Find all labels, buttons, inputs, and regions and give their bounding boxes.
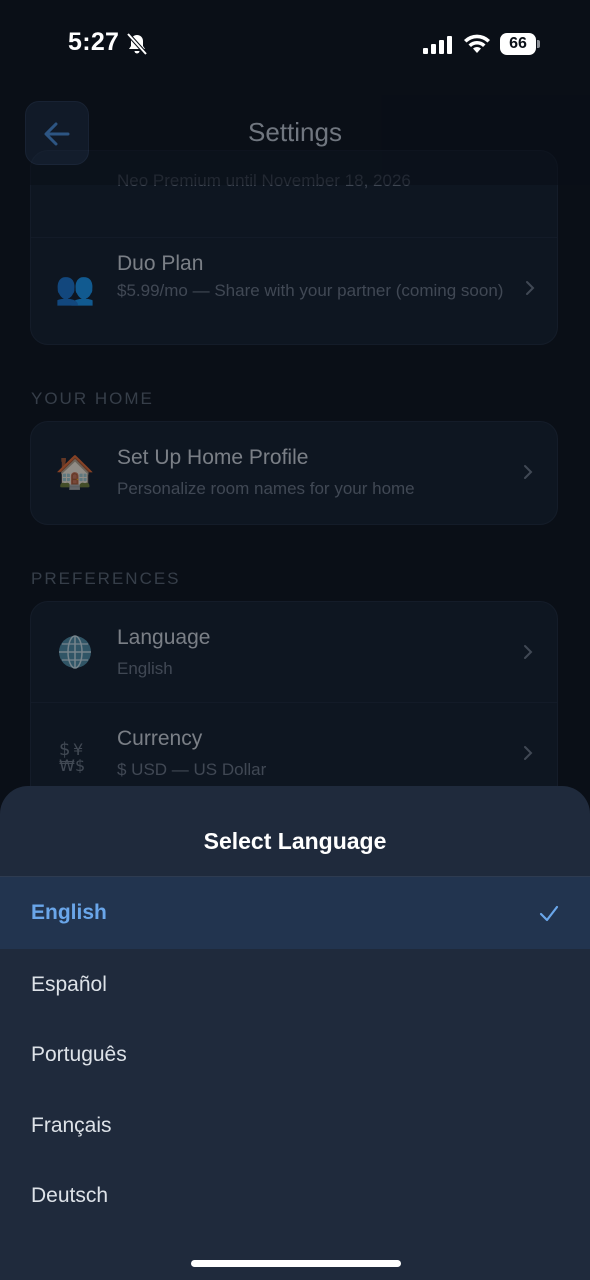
language-option-english[interactable]: English [0, 877, 590, 949]
language-option-francais[interactable]: Français [0, 1090, 590, 1162]
nav-bar: Settings [0, 95, 590, 185]
settings-screen: 5:27 66 Settings Neo Pr [0, 0, 590, 1280]
section-label-your-home: YOUR HOME [31, 389, 154, 408]
home-profile-subtitle: Personalize room names for your home [117, 479, 415, 498]
chevron-right-icon [524, 746, 533, 760]
duo-plan-title: Duo Plan [117, 252, 204, 275]
language-option-label: Français [31, 1114, 112, 1137]
home-card: 🏠 Set Up Home Profile Personalize room n… [30, 421, 558, 525]
language-option-label: Deutsch [31, 1184, 109, 1207]
status-time: 5:27 [68, 28, 120, 56]
cellular-signal-icon [423, 36, 452, 54]
battery-indicator: 66 [500, 33, 536, 55]
chevron-right-icon [526, 281, 535, 295]
globe-icon [59, 635, 91, 669]
duo-plan-row[interactable]: 👥 Duo Plan $5.99/mo — Share with your pa… [31, 237, 557, 344]
battery-tip [537, 40, 540, 48]
chevron-right-icon [524, 465, 533, 479]
duo-plan-subtitle: $5.99/mo — Share with your partner (comi… [117, 281, 504, 300]
language-option-espanol[interactable]: Español [0, 949, 590, 1021]
language-subtitle: English [117, 659, 173, 678]
home-profile-title: Set Up Home Profile [117, 446, 309, 469]
home-profile-row[interactable]: 🏠 Set Up Home Profile Personalize room n… [31, 422, 557, 522]
house-icon: 🏠 [55, 454, 95, 490]
language-option-label: English [31, 901, 107, 924]
language-bottom-sheet: Select Language English Español Portuguê… [0, 786, 590, 1280]
page-title: Settings [248, 117, 342, 147]
language-option-label: Português [31, 1043, 127, 1066]
svg-text:$: $ [75, 756, 85, 773]
wifi-icon [464, 34, 490, 53]
preferences-card: Language English $ ¥ ₩ $ Currency $ USD … [30, 601, 558, 811]
language-option-label: Español [31, 973, 107, 996]
svg-text:₩: ₩ [59, 756, 75, 773]
people-icon: 👥 [55, 270, 95, 306]
status-bar: 5:27 66 [0, 0, 590, 90]
checkmark-icon [539, 905, 559, 922]
sheet-title: Select Language [203, 828, 387, 854]
language-option-deutsch[interactable]: Deutsch [0, 1160, 590, 1232]
section-label-preferences: PREFERENCES [31, 569, 181, 588]
language-row[interactable]: Language English [31, 602, 557, 702]
language-option-portugues[interactable]: Português [0, 1019, 590, 1091]
language-title: Language [117, 626, 211, 649]
chevron-right-icon [524, 645, 533, 659]
currency-subtitle: $ USD — US Dollar [117, 760, 267, 779]
currency-title: Currency [117, 727, 203, 750]
home-indicator[interactable] [191, 1260, 401, 1267]
bell-off-icon [126, 32, 148, 56]
currency-exchange-icon: $ ¥ ₩ $ [59, 739, 85, 773]
